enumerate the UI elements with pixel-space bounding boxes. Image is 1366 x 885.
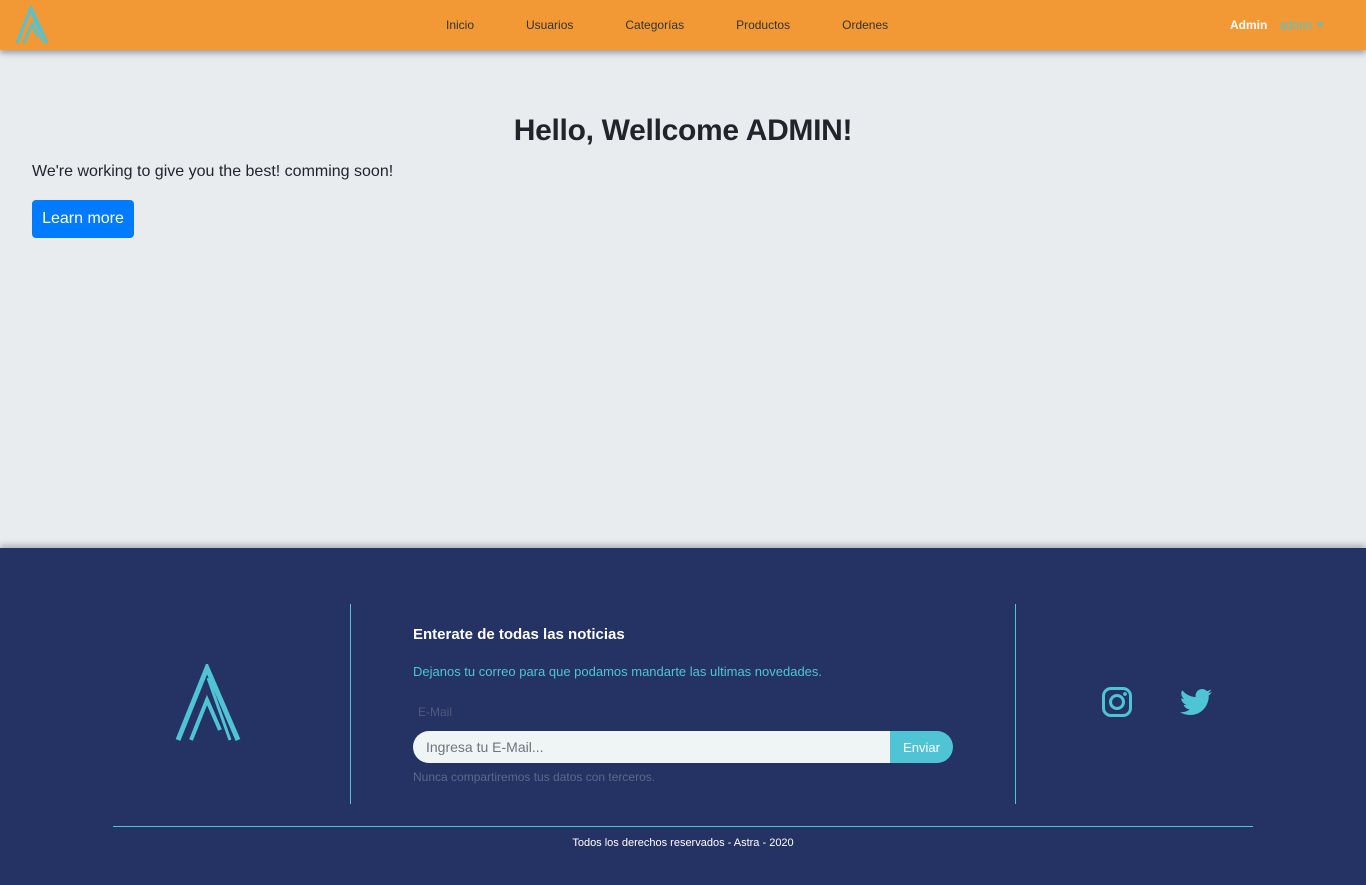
nav-link-ordenes[interactable]: Ordenes: [816, 0, 914, 50]
nav-link-usuarios[interactable]: Usuarios: [500, 0, 599, 50]
learn-more-button[interactable]: Learn more: [32, 200, 134, 238]
copyright-text: Todos los derechos reservados - Astra - …: [572, 837, 794, 849]
footer-divider-right: [1015, 604, 1016, 804]
send-button[interactable]: Enviar: [890, 731, 953, 763]
nav-links: Inicio Usuarios Categorías Productos Ord…: [420, 0, 914, 50]
caret-down-icon: [1316, 23, 1324, 27]
email-label: E-Mail: [418, 705, 453, 719]
email-help-text: Nunca compartiremos tus datos con tercer…: [413, 770, 656, 784]
nav-link-inicio[interactable]: Inicio: [420, 0, 500, 50]
instagram-icon[interactable]: [1101, 686, 1133, 718]
brand-logo-icon[interactable]: [14, 5, 50, 45]
email-input[interactable]: [413, 731, 890, 763]
newsletter-title: Enterate de todas las noticias: [413, 626, 625, 643]
navbar: Inicio Usuarios Categorías Productos Ord…: [0, 0, 1366, 50]
user-area: Admin admin: [1230, 0, 1324, 50]
newsletter-subtitle: Dejanos tu correo para que podamos manda…: [413, 664, 823, 679]
user-role-label: Admin: [1229, 18, 1268, 32]
user-dropdown-toggle[interactable]: admin: [1279, 18, 1324, 32]
main-content: Hello, Wellcome ADMIN! We're working to …: [0, 50, 1366, 548]
footer-divider-bottom: [113, 826, 1253, 827]
user-name: admin: [1279, 18, 1312, 32]
email-input-group: Enviar: [413, 731, 953, 763]
nav-link-categorias[interactable]: Categorías: [599, 0, 710, 50]
nav-link-productos[interactable]: Productos: [710, 0, 816, 50]
footer: Enterate de todas las noticias Dejanos t…: [0, 548, 1366, 885]
twitter-icon[interactable]: [1180, 686, 1212, 718]
footer-divider-left: [350, 604, 351, 804]
footer-logo-icon: [175, 664, 241, 741]
hero-title: Hello, Wellcome ADMIN!: [513, 114, 853, 147]
hero-text: We're working to give you the best! comm…: [32, 163, 394, 180]
